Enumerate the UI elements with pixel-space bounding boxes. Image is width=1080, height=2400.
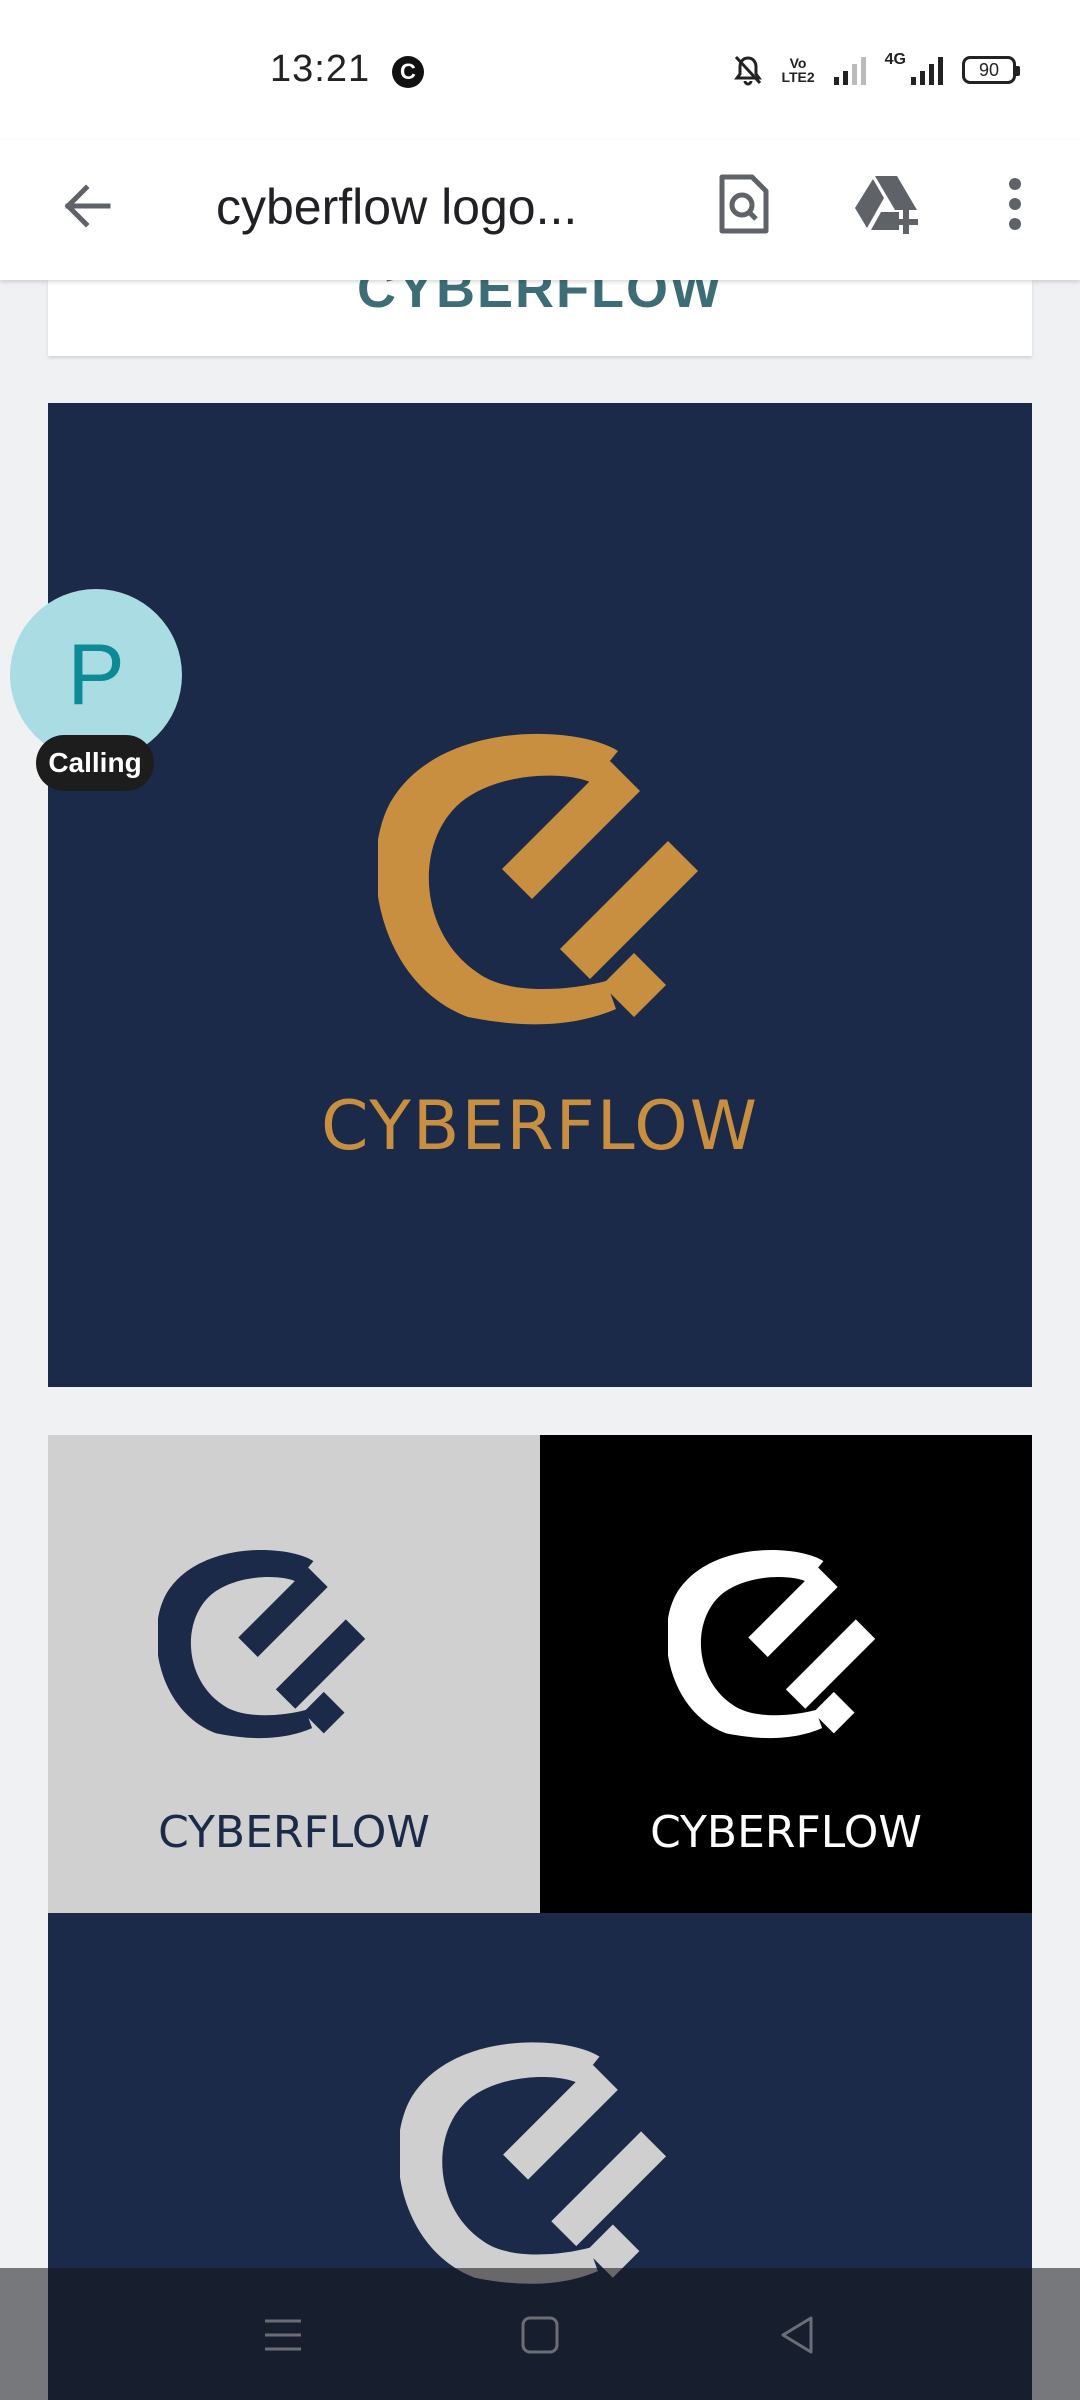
app-bar: cyberflow logo... — [0, 140, 1080, 280]
cyberflow-logo-mark-navy — [158, 1550, 366, 1739]
logo-card-main: CYBERFLOW — [48, 403, 1032, 1387]
muted-bell-icon — [733, 54, 763, 86]
volte-indicator: Vo LTE2 — [781, 55, 815, 85]
menu-icon[interactable] — [248, 2300, 318, 2370]
back-triangle-icon[interactable] — [762, 2300, 832, 2370]
preview-search-icon[interactable] — [704, 162, 784, 246]
variant-light-wordmark: CYBERFLOW — [158, 1807, 430, 1858]
battery-icon: 90 — [962, 56, 1020, 84]
system-nav-bar — [0, 2268, 1080, 2400]
cyberflow-logo-mark — [378, 733, 698, 1025]
document-title: cyberflow logo... — [216, 179, 578, 235]
variant-dark-wordmark: CYBERFLOW — [650, 1807, 922, 1858]
status-icons: Vo LTE2 4G 90 — [733, 50, 1020, 90]
cyberflow-logo-mark-white — [668, 1550, 876, 1739]
network-type: 4G — [884, 51, 906, 68]
variant-light: CYBERFLOW — [48, 1435, 540, 1913]
signal-icon-1 — [833, 55, 867, 85]
more-vert-icon[interactable] — [990, 162, 1040, 246]
add-to-drive-icon[interactable] — [846, 162, 930, 246]
variant-dark: CYBERFLOW — [540, 1435, 1032, 1913]
home-icon[interactable] — [505, 2300, 575, 2370]
document-page-top: CYBERFLOW — [48, 280, 1032, 356]
back-arrow-icon[interactable] — [50, 170, 122, 242]
page-wordmark-partial: CYBERFLOW — [357, 280, 723, 319]
status-time: 13:21 — [270, 48, 371, 90]
logo-card-variants: CYBERFLOW CYBERFLOW — [48, 1435, 1032, 2400]
cyberflow-logo-mark-gray — [400, 2042, 667, 2284]
signal-icon-2 — [910, 55, 944, 85]
main-wordmark: CYBERFLOW — [320, 1087, 760, 1166]
calling-label[interactable]: Calling — [36, 735, 154, 791]
carrier-c-icon: C — [392, 56, 424, 88]
status-bar: 13:21 C Vo LTE2 4G 90 — [0, 0, 1080, 140]
